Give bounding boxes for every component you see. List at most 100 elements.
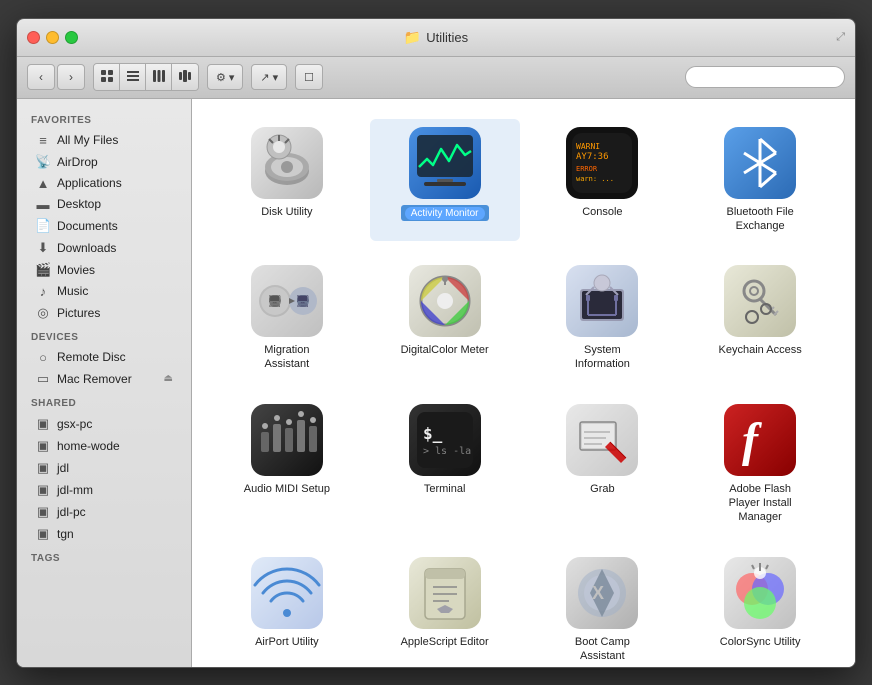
sidebar-item-all-my-files[interactable]: ≡All My Files (21, 130, 187, 151)
finder-window: 📁 Utilities ⤢ ‹ › (16, 18, 856, 668)
sidebar-item-downloads[interactable]: ⬇Downloads (21, 237, 187, 259)
arrange-icon: ⚙ (216, 71, 226, 84)
sidebar-item-icon: 📡 (35, 154, 51, 170)
sidebar-item-tgn[interactable]: ▣tgn (21, 523, 187, 545)
expand-button[interactable]: ⤢ (836, 31, 845, 44)
sidebar-item-text: home-wode (57, 439, 120, 453)
sidebar-item-text: jdl-pc (57, 505, 86, 519)
sidebar-section-label: FAVORITES (17, 107, 191, 130)
app-icon-terminal[interactable]: $_ > ls -la Terminal (370, 396, 520, 533)
app-icon-image: X (566, 557, 638, 629)
app-icon-migration-assistant[interactable]: 🖥 🖥 Migration Assistant (212, 257, 362, 380)
app-icon-applescript-editor[interactable]: AppleScript Editor (370, 549, 520, 667)
main-layout: FAVORITES≡All My Files📡AirDrop▲Applicati… (17, 99, 855, 667)
app-icon-colorsync-utility[interactable]: ColorSync Utility (685, 549, 835, 667)
sidebar-item-movies[interactable]: 🎬Movies (21, 259, 187, 281)
maximize-button[interactable] (65, 31, 78, 44)
app-icon-boot-camp-assistant[interactable]: X Boot Camp Assistant (528, 549, 678, 667)
forward-button[interactable]: › (57, 64, 85, 90)
sidebar-item-jdl[interactable]: ▣jdl (21, 457, 187, 479)
share-button[interactable]: ☐ (295, 64, 323, 90)
sidebar-item-icon: ○ (35, 350, 51, 365)
view-column-icon (152, 69, 166, 86)
app-icon-digitalcolor-meter[interactable]: DigitalColor Meter (370, 257, 520, 380)
sidebar-item-remote-disc[interactable]: ○ Remote Disc (21, 347, 187, 368)
view-controls (93, 63, 199, 91)
app-icon-system-information[interactable]: System Information (528, 257, 678, 380)
app-icon-adobe-flash[interactable]: f Adobe Flash Player Install Manager (685, 396, 835, 533)
view-coverflow-icon (178, 69, 192, 86)
app-icon-console[interactable]: WARNI AY7:36 ERROR warn: ... Console (528, 119, 678, 242)
app-icon-image (251, 404, 323, 476)
sidebar-item-applications[interactable]: ▲Applications (21, 173, 187, 194)
app-icon-image (724, 265, 796, 337)
close-button[interactable] (27, 31, 40, 44)
svg-text:🖥: 🖥 (295, 294, 310, 308)
back-icon: ‹ (39, 70, 43, 84)
back-button[interactable]: ‹ (27, 64, 55, 90)
sidebar-item-icon: ▭ (35, 371, 51, 387)
eject-icon[interactable]: ⏏ (164, 373, 173, 384)
app-icon-label: DigitalColor Meter (401, 343, 489, 357)
app-icon-label: Disk Utility (261, 205, 312, 219)
sidebar-item-text: Remote Disc (57, 350, 126, 364)
view-list-button[interactable] (120, 64, 146, 90)
app-icon-disk-utility[interactable]: Disk Utility (212, 119, 362, 242)
app-icon-image: 🖥 🖥 (251, 265, 323, 337)
action-arrow: ▾ (273, 71, 279, 84)
traffic-lights (27, 31, 78, 44)
sidebar-item-icon: ▣ (35, 416, 51, 432)
sidebar-item-text: Movies (57, 263, 95, 277)
app-icon-airport-utility[interactable]: AirPort Utility (212, 549, 362, 667)
search-box[interactable] (685, 66, 845, 88)
minimize-button[interactable] (46, 31, 59, 44)
sidebar-item-icon: ◎ (35, 305, 51, 321)
sidebar-item-text: jdl (57, 461, 69, 475)
sidebar-item-text: Mac Remover (57, 372, 132, 386)
sidebar-item-gsx-pc[interactable]: ▣gsx-pc (21, 413, 187, 435)
svg-text:X: X (592, 583, 604, 603)
sidebar-item-jdl-mm[interactable]: ▣jdl-mm (21, 479, 187, 501)
svg-text:WARNI: WARNI (576, 142, 600, 151)
svg-text:warn: ...: warn: ... (576, 175, 614, 183)
sidebar-item-pictures[interactable]: ◎Pictures (21, 302, 187, 324)
sidebar-item-icon: ▣ (35, 438, 51, 454)
app-icon-image (409, 127, 481, 199)
app-icon-label: AirPort Utility (255, 635, 319, 649)
app-icon-grab[interactable]: Grab (528, 396, 678, 533)
search-input[interactable] (698, 71, 840, 83)
sidebar-item-airdrop[interactable]: 📡AirDrop (21, 151, 187, 173)
action-icon: ↗ (260, 71, 269, 84)
sidebar-item-mac-remover[interactable]: ▭ Mac Remover ⏏ (21, 368, 187, 390)
app-icon-label: Adobe Flash Player Install Manager (715, 482, 805, 525)
svg-text:🖥: 🖥 (267, 294, 282, 308)
sidebar-item-desktop[interactable]: ▬Desktop (21, 194, 187, 215)
sidebar-item-jdl-pc[interactable]: ▣jdl-pc (21, 501, 187, 523)
app-icon-label: Activity Monitor (401, 205, 489, 221)
app-icon-bluetooth-file-exchange[interactable]: Bluetooth File Exchange (685, 119, 835, 242)
app-icon-keychain-access[interactable]: Keychain Access (685, 257, 835, 380)
app-icon-audio-midi-setup[interactable]: Audio MIDI Setup (212, 396, 362, 533)
view-icon-button[interactable] (94, 64, 120, 90)
app-icon-image (251, 127, 323, 199)
titlebar: 📁 Utilities ⤢ (17, 19, 855, 57)
sidebar-item-music[interactable]: ♪Music (21, 281, 187, 302)
arrange-button[interactable]: ⚙ ▾ (207, 64, 243, 90)
sidebar-item-home-wode[interactable]: ▣ home-wode (21, 435, 187, 457)
app-icon-image (724, 557, 796, 629)
action-button[interactable]: ↗ ▾ (251, 64, 287, 90)
sidebar-item-documents[interactable]: 📄Documents (21, 215, 187, 237)
sidebar-section-label: DEVICES (17, 324, 191, 347)
app-icon-image (409, 265, 481, 337)
sidebar-item-text: Applications (57, 176, 122, 190)
view-coverflow-button[interactable] (172, 64, 198, 90)
app-icon-label: ColorSync Utility (720, 635, 801, 649)
app-icon-label: Bluetooth File Exchange (715, 205, 805, 234)
app-icon-activity-monitor[interactable]: Activity Monitor (370, 119, 520, 242)
app-icon-image: WARNI AY7:36 ERROR warn: ... (566, 127, 638, 199)
toolbar: ‹ › (17, 57, 855, 99)
app-icon-label: System Information (557, 343, 647, 372)
sidebar-item-icon: ▬ (35, 197, 51, 212)
view-column-button[interactable] (146, 64, 172, 90)
sidebar-item-text: tgn (57, 527, 74, 541)
